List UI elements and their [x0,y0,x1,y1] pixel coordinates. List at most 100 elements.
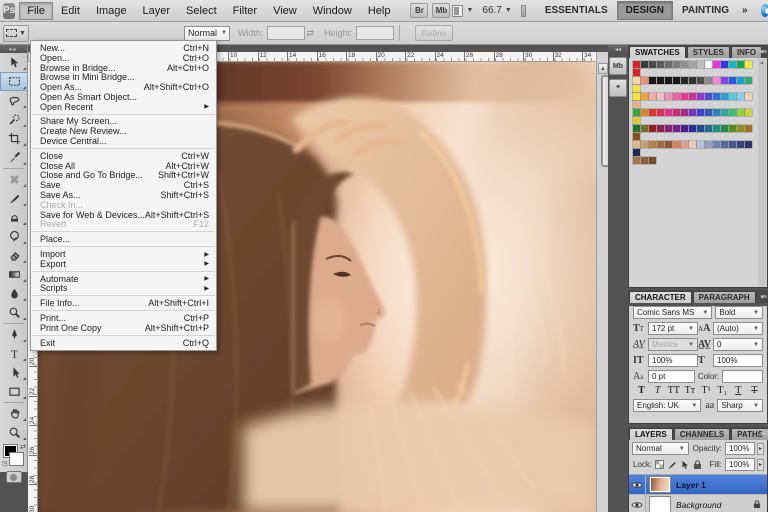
crop-tool[interactable] [0,129,28,148]
color-swatch[interactable] [729,61,736,68]
swatches-tab-info[interactable]: INFO [730,46,762,58]
color-swatch[interactable] [705,77,712,84]
file-menu-item-print-one-copy[interactable]: Print One Copy Alt+Shift+Ctrl+P [31,323,216,333]
fill-input[interactable]: 100% [724,458,755,471]
quick-selection-tool[interactable] [0,110,28,129]
color-swatch[interactable] [721,61,728,68]
lock-transparency-icon[interactable] [655,460,665,469]
color-swatch[interactable] [633,85,640,92]
all-caps-button[interactable]: TT [667,385,680,396]
file-menu-item-exit[interactable]: Exit Ctrl+Q [31,338,216,348]
color-swatch[interactable] [649,61,656,68]
color-swatch[interactable] [649,93,656,100]
faux-italic-button[interactable]: T [651,385,664,396]
color-swatch[interactable] [657,109,664,116]
color-swatch[interactable] [633,93,640,100]
color-swatch[interactable] [681,77,688,84]
color-swatch[interactable] [633,141,640,148]
history-brush-tool[interactable] [0,227,28,246]
color-swatch[interactable] [697,141,704,148]
tracking-select[interactable]: 0 ▼ [713,338,763,351]
history-panel-icon[interactable]: ❝ [609,79,627,97]
file-menu-item-save-for-web-devices[interactable]: Save for Web & Devices... Alt+Shift+Ctrl+… [31,210,216,220]
file-menu-item-import[interactable]: Import ▶ [31,249,216,259]
color-swatch[interactable] [737,61,744,68]
menubar-item-help[interactable]: Help [360,2,399,20]
color-swatch[interactable] [713,77,720,84]
color-swatch[interactable] [665,109,672,116]
color-swatch[interactable] [705,141,712,148]
color-swatch[interactable] [729,125,736,132]
color-swatch[interactable] [665,61,672,68]
gradient-tool[interactable] [0,265,28,284]
color-swatch[interactable] [713,125,720,132]
color-swatch[interactable] [705,109,712,116]
mini-bridge-panel-icon[interactable]: Mb [609,57,627,75]
anti-alias-select[interactable]: Sharp ▼ [717,399,763,412]
faux-bold-button[interactable]: T [635,385,648,396]
color-swatch[interactable] [641,157,648,164]
swatches-tab-swatches[interactable]: SWATCHES [629,46,686,58]
color-swatch[interactable] [673,109,680,116]
font-size-select[interactable]: 172 pt ▼ [648,322,698,335]
cs-live-button[interactable]: CS Live ▼ [760,0,768,22]
swap-colors-icon[interactable]: ⇄ [20,443,26,451]
hand-tool[interactable] [0,404,28,423]
layers-panel-menu-icon[interactable]: ▾≡ [760,430,767,438]
color-swatch[interactable] [705,61,712,68]
file-menu-item-browse-in-bridge[interactable]: Browse in Bridge... Alt+Ctrl+O [31,63,216,73]
file-menu-item-check-in[interactable]: Check In... [31,200,216,210]
color-swatch[interactable] [689,77,696,84]
opacity-input[interactable]: 100% [724,442,755,455]
menubar-item-view[interactable]: View [265,2,305,20]
color-swatch[interactable] [673,61,680,68]
color-swatch[interactable] [673,141,680,148]
color-swatch[interactable] [641,61,648,68]
menubar-item-select[interactable]: Select [178,2,225,20]
color-swatch[interactable] [665,93,672,100]
color-swatch[interactable] [681,93,688,100]
type-tool[interactable]: T [0,344,28,363]
layer-row-layer-1[interactable]: Layer 1 [629,475,767,495]
brush-tool[interactable] [0,189,28,208]
color-swatch[interactable] [641,109,648,116]
color-swatch[interactable] [745,141,752,148]
height-input[interactable] [355,26,394,40]
layer-thumbnail[interactable] [650,497,670,512]
color-swatch[interactable] [689,61,696,68]
menubar-item-edit[interactable]: Edit [53,2,88,20]
color-swatch[interactable] [657,77,664,84]
color-swatch[interactable] [657,125,664,132]
vertical-scrollbar[interactable]: ▲ [596,52,612,512]
color-swatch[interactable] [737,141,744,148]
color-swatch[interactable] [681,61,688,68]
layers-tab-layers[interactable]: LAYERS [629,428,673,440]
language-select[interactable]: English: UK ▼ [633,399,702,412]
color-swatch[interactable] [673,77,680,84]
kerning-select[interactable]: Metrics ▼ [648,338,698,351]
color-swatch[interactable] [697,77,704,84]
layers-tab-channels[interactable]: CHANNELS [673,428,731,440]
color-swatch[interactable] [641,141,648,148]
swap-dimensions-icon[interactable]: ⇄ [307,28,315,39]
file-menu-item-scripts[interactable]: Scripts ▶ [31,283,216,293]
color-swatch[interactable] [729,77,736,84]
color-swatch[interactable] [697,61,704,68]
style-select[interactable]: Normal ▼ [184,25,230,41]
text-color-swatch[interactable] [722,370,763,383]
color-swatch[interactable] [729,109,736,116]
color-swatch[interactable] [721,93,728,100]
color-swatch[interactable] [657,93,664,100]
color-swatch[interactable] [721,141,728,148]
color-swatch[interactable] [689,93,696,100]
color-swatch[interactable] [649,141,656,148]
file-menu-item-file-info[interactable]: File Info... Alt+Shift+Ctrl+I [31,298,216,308]
menubar-item-filter[interactable]: Filter [225,2,265,20]
width-input[interactable] [266,26,305,40]
color-swatch[interactable] [681,141,688,148]
opacity-spinner[interactable]: ▸ [756,442,764,455]
eraser-tool[interactable] [0,246,28,265]
color-swatch[interactable] [641,93,648,100]
dodge-tool[interactable] [0,303,28,322]
zoom-dropdown-caret[interactable]: ▼ [505,7,512,14]
